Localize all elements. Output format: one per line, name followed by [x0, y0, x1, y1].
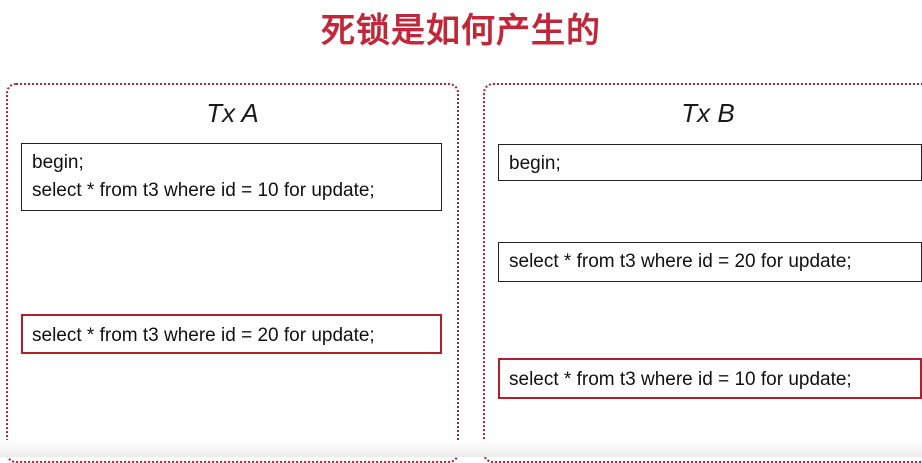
- tx-b-lock-id10-block: select * from t3 where id = 10 for updat…: [498, 358, 922, 399]
- tx-b-begin-text: begin;: [509, 153, 561, 174]
- tx-a-lock-id20-text: select * from t3 where id = 20 for updat…: [32, 325, 375, 346]
- tx-b-label: Tx B: [681, 98, 735, 128]
- slide-title: 死锁是如何产生的: [321, 11, 601, 51]
- tx-b-begin-block: begin;: [498, 144, 922, 181]
- tx-a-panel: Tx A: [6, 83, 459, 463]
- tx-a-lock-id20-block: select * from t3 where id = 20 for updat…: [21, 314, 442, 354]
- tx-a-begin-text: begin;: [32, 152, 84, 173]
- tx-a-lock-id10-text: select * from t3 where id = 10 for updat…: [32, 180, 375, 201]
- tx-a-label: Tx A: [206, 98, 259, 128]
- tx-b-lock-id20-text: select * from t3 where id = 20 for updat…: [509, 251, 852, 272]
- tx-a-begin-block: begin; select * from t3 where id = 10 fo…: [21, 143, 442, 211]
- tx-b-lock-id10-text: select * from t3 where id = 10 for updat…: [509, 369, 852, 390]
- bottom-edge: [0, 440, 922, 457]
- tx-b-lock-id20-block: select * from t3 where id = 20 for updat…: [498, 242, 922, 282]
